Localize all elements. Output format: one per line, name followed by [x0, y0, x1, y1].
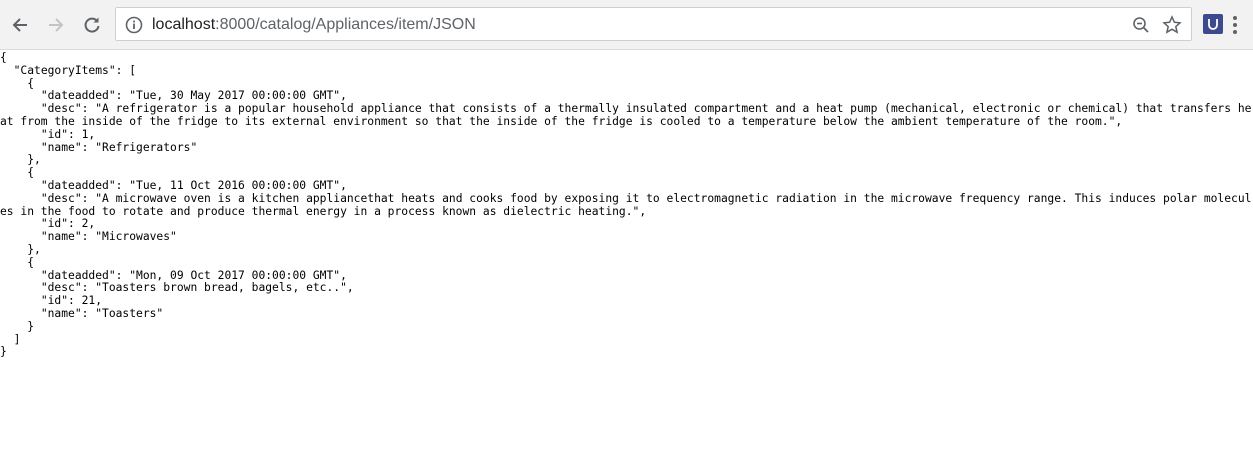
reload-button[interactable] [78, 11, 106, 39]
json-line: }, [0, 153, 41, 167]
json-line: "desc": "A microwave oven is a kitchen a… [0, 191, 1252, 218]
extension-icon[interactable] [1203, 14, 1223, 34]
json-line: "id": 2, [0, 217, 96, 231]
json-line: { [0, 76, 35, 90]
json-line: "dateadded": "Mon, 09 Oct 2017 00:00:00 … [0, 268, 347, 282]
json-line: } [0, 345, 7, 359]
json-line: }, [0, 242, 41, 256]
forward-button[interactable] [42, 11, 70, 39]
address-bar[interactable]: localhost:8000/catalog/Appliances/item/J… [115, 7, 1192, 41]
json-line: "name": "Toasters" [0, 306, 164, 320]
json-line: "dateadded": "Tue, 30 May 2017 00:00:00 … [0, 89, 347, 103]
reload-icon [84, 17, 100, 33]
json-line: "dateadded": "Tue, 11 Oct 2016 00:00:00 … [0, 178, 347, 192]
json-line: "name": "Refrigerators" [0, 140, 198, 154]
arrow-right-icon [49, 18, 64, 32]
extension-glyph-icon [1208, 19, 1218, 30]
json-line: { [0, 166, 35, 180]
json-line: "desc": "Toasters brown bread, bagels, e… [0, 281, 354, 295]
url-host: localhost [152, 16, 216, 33]
json-line: { [0, 255, 35, 269]
back-button[interactable] [6, 11, 34, 39]
json-line: "id": 1, [0, 127, 96, 141]
json-line: } [0, 319, 35, 333]
json-line: "desc": "A refrigerator is a popular hou… [0, 102, 1252, 128]
kebab-menu-icon[interactable] [1229, 14, 1241, 36]
json-viewer: { "CategoryItems": [ { "dateadded": "Tue… [0, 51, 1253, 359]
json-line: "id": 21, [0, 294, 103, 308]
star-icon[interactable] [1162, 15, 1182, 35]
zoom-icon[interactable] [1131, 15, 1151, 35]
arrow-left-icon [12, 18, 27, 32]
url-path: :8000/catalog/Appliances/item/JSON [215, 16, 476, 33]
json-line: "CategoryItems": [ [0, 63, 137, 77]
json-line: ] [0, 332, 21, 346]
url-text[interactable]: localhost:8000/catalog/Appliances/item/J… [152, 15, 476, 35]
browser-toolbar: localhost:8000/catalog/Appliances/item/J… [0, 0, 1253, 50]
json-line: { [0, 51, 7, 64]
info-icon[interactable] [124, 15, 144, 35]
json-line: "name": "Microwaves" [0, 230, 177, 244]
